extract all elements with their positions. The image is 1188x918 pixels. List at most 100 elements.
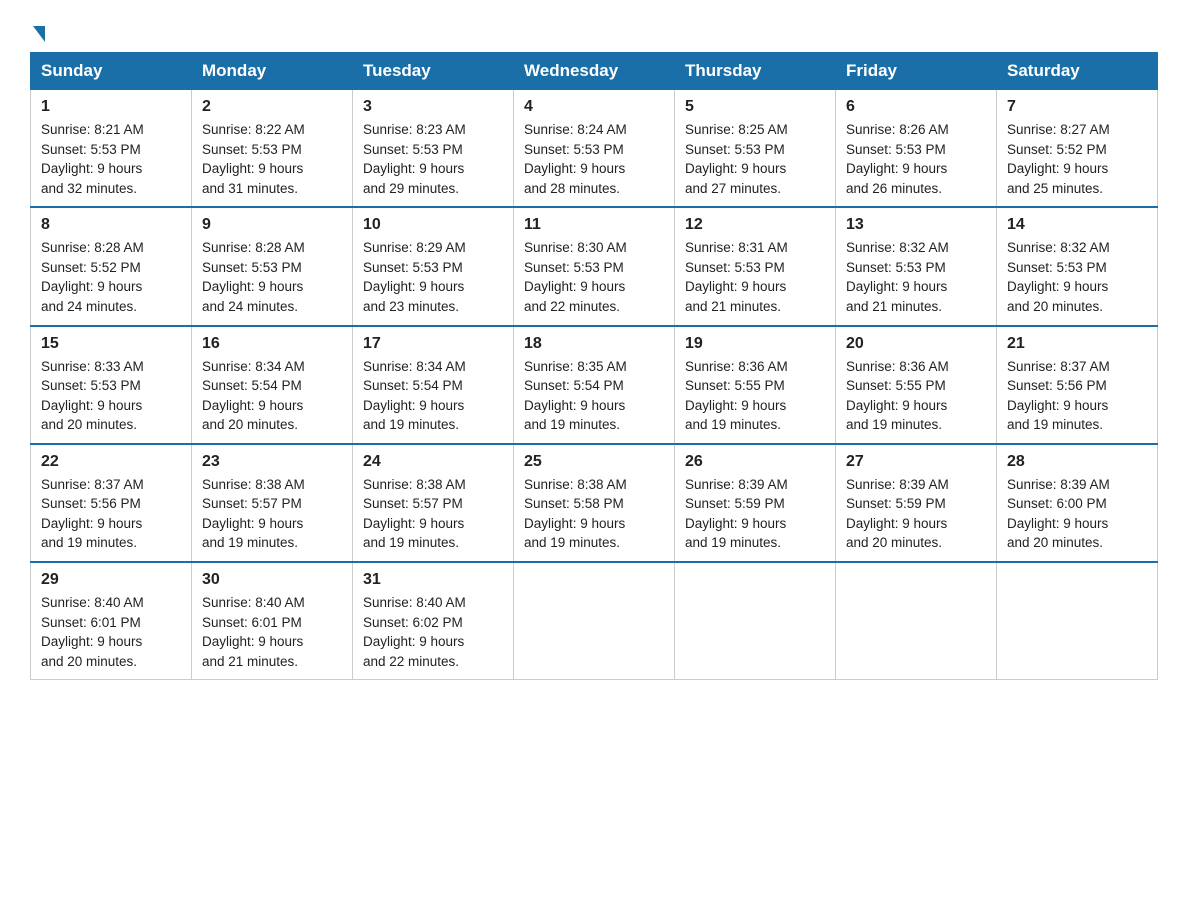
col-header-saturday: Saturday: [997, 53, 1158, 90]
day-info: Sunrise: 8:39 AM Sunset: 5:59 PM Dayligh…: [685, 475, 825, 553]
logo: [30, 20, 45, 42]
day-number: 25: [524, 453, 664, 471]
day-number: 24: [363, 453, 503, 471]
day-number: 18: [524, 335, 664, 353]
day-info: Sunrise: 8:30 AM Sunset: 5:53 PM Dayligh…: [524, 238, 664, 316]
calendar-cell: 13 Sunrise: 8:32 AM Sunset: 5:53 PM Dayl…: [836, 207, 997, 325]
day-number: 29: [41, 571, 181, 589]
day-info: Sunrise: 8:40 AM Sunset: 6:01 PM Dayligh…: [202, 593, 342, 671]
calendar-cell: 21 Sunrise: 8:37 AM Sunset: 5:56 PM Dayl…: [997, 326, 1158, 444]
day-number: 22: [41, 453, 181, 471]
calendar-cell: 24 Sunrise: 8:38 AM Sunset: 5:57 PM Dayl…: [353, 444, 514, 562]
day-info: Sunrise: 8:35 AM Sunset: 5:54 PM Dayligh…: [524, 357, 664, 435]
calendar-cell: 22 Sunrise: 8:37 AM Sunset: 5:56 PM Dayl…: [31, 444, 192, 562]
day-number: 26: [685, 453, 825, 471]
col-header-wednesday: Wednesday: [514, 53, 675, 90]
day-number: 31: [363, 571, 503, 589]
day-info: Sunrise: 8:39 AM Sunset: 5:59 PM Dayligh…: [846, 475, 986, 553]
calendar-table: SundayMondayTuesdayWednesdayThursdayFrid…: [30, 52, 1158, 680]
day-number: 6: [846, 98, 986, 116]
calendar-cell: 18 Sunrise: 8:35 AM Sunset: 5:54 PM Dayl…: [514, 326, 675, 444]
day-number: 15: [41, 335, 181, 353]
calendar-cell: 11 Sunrise: 8:30 AM Sunset: 5:53 PM Dayl…: [514, 207, 675, 325]
calendar-cell: 7 Sunrise: 8:27 AM Sunset: 5:52 PM Dayli…: [997, 90, 1158, 208]
calendar-cell: 19 Sunrise: 8:36 AM Sunset: 5:55 PM Dayl…: [675, 326, 836, 444]
day-number: 8: [41, 216, 181, 234]
col-header-thursday: Thursday: [675, 53, 836, 90]
col-header-friday: Friday: [836, 53, 997, 90]
calendar-cell: 27 Sunrise: 8:39 AM Sunset: 5:59 PM Dayl…: [836, 444, 997, 562]
week-row-2: 8 Sunrise: 8:28 AM Sunset: 5:52 PM Dayli…: [31, 207, 1158, 325]
day-info: Sunrise: 8:37 AM Sunset: 5:56 PM Dayligh…: [41, 475, 181, 553]
day-info: Sunrise: 8:31 AM Sunset: 5:53 PM Dayligh…: [685, 238, 825, 316]
day-info: Sunrise: 8:25 AM Sunset: 5:53 PM Dayligh…: [685, 120, 825, 198]
calendar-cell: 5 Sunrise: 8:25 AM Sunset: 5:53 PM Dayli…: [675, 90, 836, 208]
col-header-tuesday: Tuesday: [353, 53, 514, 90]
day-number: 2: [202, 98, 342, 116]
day-info: Sunrise: 8:38 AM Sunset: 5:58 PM Dayligh…: [524, 475, 664, 553]
day-number: 12: [685, 216, 825, 234]
day-number: 10: [363, 216, 503, 234]
calendar-cell: 17 Sunrise: 8:34 AM Sunset: 5:54 PM Dayl…: [353, 326, 514, 444]
calendar-cell: 25 Sunrise: 8:38 AM Sunset: 5:58 PM Dayl…: [514, 444, 675, 562]
day-number: 30: [202, 571, 342, 589]
day-number: 27: [846, 453, 986, 471]
day-info: Sunrise: 8:40 AM Sunset: 6:02 PM Dayligh…: [363, 593, 503, 671]
day-number: 21: [1007, 335, 1147, 353]
header-row: SundayMondayTuesdayWednesdayThursdayFrid…: [31, 53, 1158, 90]
calendar-cell: 30 Sunrise: 8:40 AM Sunset: 6:01 PM Dayl…: [192, 562, 353, 680]
day-info: Sunrise: 8:32 AM Sunset: 5:53 PM Dayligh…: [1007, 238, 1147, 316]
day-info: Sunrise: 8:28 AM Sunset: 5:53 PM Dayligh…: [202, 238, 342, 316]
week-row-1: 1 Sunrise: 8:21 AM Sunset: 5:53 PM Dayli…: [31, 90, 1158, 208]
day-number: 17: [363, 335, 503, 353]
day-info: Sunrise: 8:34 AM Sunset: 5:54 PM Dayligh…: [363, 357, 503, 435]
day-info: Sunrise: 8:28 AM Sunset: 5:52 PM Dayligh…: [41, 238, 181, 316]
day-number: 11: [524, 216, 664, 234]
calendar-cell: [675, 562, 836, 680]
calendar-cell: 26 Sunrise: 8:39 AM Sunset: 5:59 PM Dayl…: [675, 444, 836, 562]
calendar-cell: 31 Sunrise: 8:40 AM Sunset: 6:02 PM Dayl…: [353, 562, 514, 680]
day-info: Sunrise: 8:23 AM Sunset: 5:53 PM Dayligh…: [363, 120, 503, 198]
day-number: 20: [846, 335, 986, 353]
calendar-cell: 16 Sunrise: 8:34 AM Sunset: 5:54 PM Dayl…: [192, 326, 353, 444]
day-info: Sunrise: 8:29 AM Sunset: 5:53 PM Dayligh…: [363, 238, 503, 316]
day-info: Sunrise: 8:27 AM Sunset: 5:52 PM Dayligh…: [1007, 120, 1147, 198]
calendar-cell: [514, 562, 675, 680]
calendar-cell: 6 Sunrise: 8:26 AM Sunset: 5:53 PM Dayli…: [836, 90, 997, 208]
day-info: Sunrise: 8:32 AM Sunset: 5:53 PM Dayligh…: [846, 238, 986, 316]
day-info: Sunrise: 8:22 AM Sunset: 5:53 PM Dayligh…: [202, 120, 342, 198]
col-header-monday: Monday: [192, 53, 353, 90]
day-number: 1: [41, 98, 181, 116]
day-number: 7: [1007, 98, 1147, 116]
day-info: Sunrise: 8:38 AM Sunset: 5:57 PM Dayligh…: [202, 475, 342, 553]
logo-arrow-icon: [33, 26, 45, 42]
calendar-cell: 29 Sunrise: 8:40 AM Sunset: 6:01 PM Dayl…: [31, 562, 192, 680]
calendar-cell: 28 Sunrise: 8:39 AM Sunset: 6:00 PM Dayl…: [997, 444, 1158, 562]
day-info: Sunrise: 8:33 AM Sunset: 5:53 PM Dayligh…: [41, 357, 181, 435]
week-row-4: 22 Sunrise: 8:37 AM Sunset: 5:56 PM Dayl…: [31, 444, 1158, 562]
day-number: 23: [202, 453, 342, 471]
calendar-cell: 9 Sunrise: 8:28 AM Sunset: 5:53 PM Dayli…: [192, 207, 353, 325]
calendar-cell: 23 Sunrise: 8:38 AM Sunset: 5:57 PM Dayl…: [192, 444, 353, 562]
week-row-5: 29 Sunrise: 8:40 AM Sunset: 6:01 PM Dayl…: [31, 562, 1158, 680]
day-info: Sunrise: 8:26 AM Sunset: 5:53 PM Dayligh…: [846, 120, 986, 198]
calendar-cell: 3 Sunrise: 8:23 AM Sunset: 5:53 PM Dayli…: [353, 90, 514, 208]
calendar-cell: 8 Sunrise: 8:28 AM Sunset: 5:52 PM Dayli…: [31, 207, 192, 325]
day-info: Sunrise: 8:37 AM Sunset: 5:56 PM Dayligh…: [1007, 357, 1147, 435]
calendar-cell: 1 Sunrise: 8:21 AM Sunset: 5:53 PM Dayli…: [31, 90, 192, 208]
day-number: 28: [1007, 453, 1147, 471]
day-info: Sunrise: 8:34 AM Sunset: 5:54 PM Dayligh…: [202, 357, 342, 435]
calendar-cell: 14 Sunrise: 8:32 AM Sunset: 5:53 PM Dayl…: [997, 207, 1158, 325]
day-number: 16: [202, 335, 342, 353]
calendar-cell: 2 Sunrise: 8:22 AM Sunset: 5:53 PM Dayli…: [192, 90, 353, 208]
calendar-cell: 15 Sunrise: 8:33 AM Sunset: 5:53 PM Dayl…: [31, 326, 192, 444]
page-header: [30, 20, 1158, 42]
calendar-cell: 20 Sunrise: 8:36 AM Sunset: 5:55 PM Dayl…: [836, 326, 997, 444]
col-header-sunday: Sunday: [31, 53, 192, 90]
calendar-cell: [997, 562, 1158, 680]
day-info: Sunrise: 8:36 AM Sunset: 5:55 PM Dayligh…: [846, 357, 986, 435]
week-row-3: 15 Sunrise: 8:33 AM Sunset: 5:53 PM Dayl…: [31, 326, 1158, 444]
day-number: 3: [363, 98, 503, 116]
calendar-cell: 10 Sunrise: 8:29 AM Sunset: 5:53 PM Dayl…: [353, 207, 514, 325]
day-info: Sunrise: 8:21 AM Sunset: 5:53 PM Dayligh…: [41, 120, 181, 198]
